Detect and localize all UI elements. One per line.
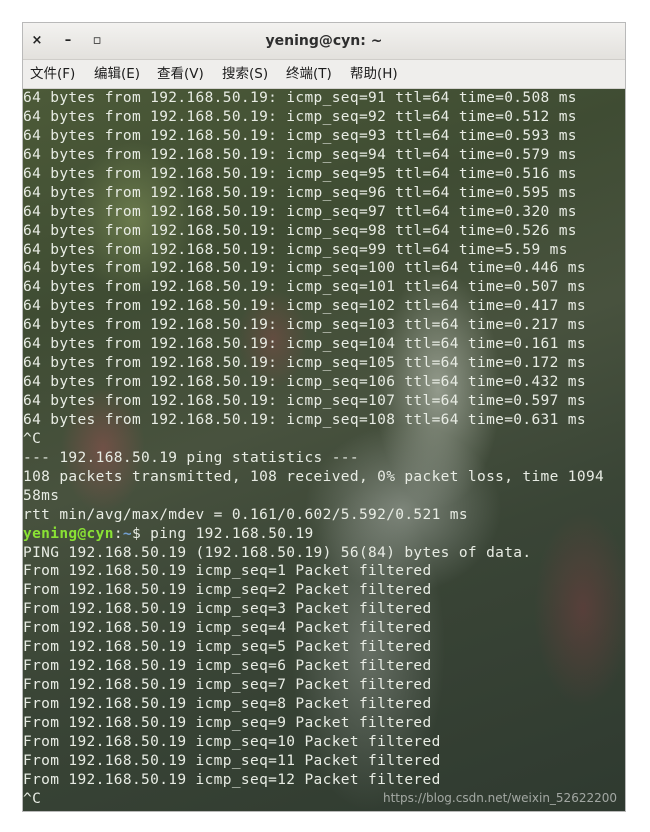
watermark-text: https://blog.csdn.net/weixin_52622200 xyxy=(382,791,617,805)
terminal-line: 64 bytes from 192.168.50.19: icmp_seq=96… xyxy=(23,184,577,201)
terminal-line: 64 bytes from 192.168.50.19: icmp_seq=95… xyxy=(23,165,577,182)
terminal-output[interactable]: 64 bytes from 192.168.50.19: icmp_seq=91… xyxy=(23,89,625,811)
terminal-line: 64 bytes from 192.168.50.19: icmp_seq=10… xyxy=(23,279,586,296)
prompt-line: yening@cyn:~$ ping 192.168.50.19 xyxy=(23,525,604,544)
terminal-window: × – ▫ yening@cyn: ~ 文件(F) 编辑(E) 查看(V) 搜索… xyxy=(22,22,626,812)
terminal-line: From 192.168.50.19 icmp_seq=1 Packet fil… xyxy=(23,563,432,580)
terminal-line: 64 bytes from 192.168.50.19: icmp_seq=98… xyxy=(23,222,577,239)
terminal-line: 64 bytes from 192.168.50.19: icmp_seq=10… xyxy=(23,411,586,428)
menu-view[interactable]: 查看(V) xyxy=(157,60,204,88)
terminal-line: 58ms xyxy=(23,487,60,504)
terminal-line: From 192.168.50.19 icmp_seq=4 Packet fil… xyxy=(23,620,432,637)
terminal-line: 64 bytes from 192.168.50.19: icmp_seq=91… xyxy=(23,90,577,106)
menu-bar: 文件(F) 编辑(E) 查看(V) 搜索(S) 终端(T) 帮助(H) xyxy=(23,60,625,89)
terminal-line: ^C xyxy=(23,430,42,447)
terminal-line: From 192.168.50.19 icmp_seq=8 Packet fil… xyxy=(23,696,432,712)
terminal-line: 64 bytes from 192.168.50.19: icmp_seq=10… xyxy=(23,260,586,277)
prompt-symbol: $ xyxy=(132,525,142,542)
terminal-line: 64 bytes from 192.168.50.19: icmp_seq=99… xyxy=(23,241,568,258)
terminal-line: 64 bytes from 192.168.50.19: icmp_seq=93… xyxy=(23,127,577,144)
terminal-line: 64 bytes from 192.168.50.19: icmp_seq=92… xyxy=(23,108,577,125)
terminal-line: --- 192.168.50.19 ping statistics --- xyxy=(23,449,359,466)
terminal-line: 64 bytes from 192.168.50.19: icmp_seq=10… xyxy=(23,317,586,334)
menu-terminal[interactable]: 终端(T) xyxy=(286,60,332,88)
menu-edit[interactable]: 编辑(E) xyxy=(94,60,140,88)
menu-help[interactable]: 帮助(H) xyxy=(350,60,398,88)
terminal-lines: 64 bytes from 192.168.50.19: icmp_seq=91… xyxy=(23,89,604,809)
terminal-line: 64 bytes from 192.168.50.19: icmp_seq=10… xyxy=(23,393,586,409)
prompt-path: ~ xyxy=(122,525,132,542)
terminal-line: 64 bytes from 192.168.50.19: icmp_seq=10… xyxy=(23,355,586,372)
output-block-ping-stats: 64 bytes from 192.168.50.19: icmp_seq=91… xyxy=(23,89,604,525)
terminal-line: 64 bytes from 192.168.50.19: icmp_seq=10… xyxy=(23,336,586,353)
terminal-line: From 192.168.50.19 icmp_seq=12 Packet fi… xyxy=(23,771,441,788)
terminal-line: 64 bytes from 192.168.50.19: icmp_seq=94… xyxy=(23,146,577,163)
terminal-line: From 192.168.50.19 icmp_seq=3 Packet fil… xyxy=(23,601,432,618)
terminal-line: 64 bytes from 192.168.50.19: icmp_seq=97… xyxy=(23,203,577,220)
terminal-line: PING 192.168.50.19 (192.168.50.19) 56(84… xyxy=(23,544,532,561)
terminal-line: 64 bytes from 192.168.50.19: icmp_seq=10… xyxy=(23,298,586,315)
terminal-line: From 192.168.50.19 icmp_seq=10 Packet fi… xyxy=(23,733,441,750)
terminal-line: From 192.168.50.19 icmp_seq=5 Packet fil… xyxy=(23,639,432,656)
terminal-line: 64 bytes from 192.168.50.19: icmp_seq=10… xyxy=(23,374,586,391)
terminal-line: From 192.168.50.19 icmp_seq=9 Packet fil… xyxy=(23,714,432,731)
terminal-line: 108 packets transmitted, 108 received, 0… xyxy=(23,468,605,485)
title-bar[interactable]: × – ▫ yening@cyn: ~ xyxy=(23,23,625,60)
menu-file[interactable]: 文件(F) xyxy=(30,60,75,88)
window-title: yening@cyn: ~ xyxy=(265,33,383,49)
terminal-line: From 192.168.50.19 icmp_seq=6 Packet fil… xyxy=(23,658,432,675)
prompt-command: ping 192.168.50.19 xyxy=(141,525,314,542)
terminal-line: From 192.168.50.19 icmp_seq=7 Packet fil… xyxy=(23,677,432,694)
terminal-line: From 192.168.50.19 icmp_seq=2 Packet fil… xyxy=(23,582,432,599)
output-block-filtered: PING 192.168.50.19 (192.168.50.19) 56(84… xyxy=(23,544,604,809)
terminal-line: rtt min/avg/max/mdev = 0.161/0.602/5.592… xyxy=(23,506,468,523)
prompt-separator: : xyxy=(113,525,123,542)
menu-search[interactable]: 搜索(S) xyxy=(222,60,268,88)
terminal-line: From 192.168.50.19 icmp_seq=11 Packet fi… xyxy=(23,752,441,769)
prompt-user-host: yening@cyn xyxy=(23,525,114,542)
